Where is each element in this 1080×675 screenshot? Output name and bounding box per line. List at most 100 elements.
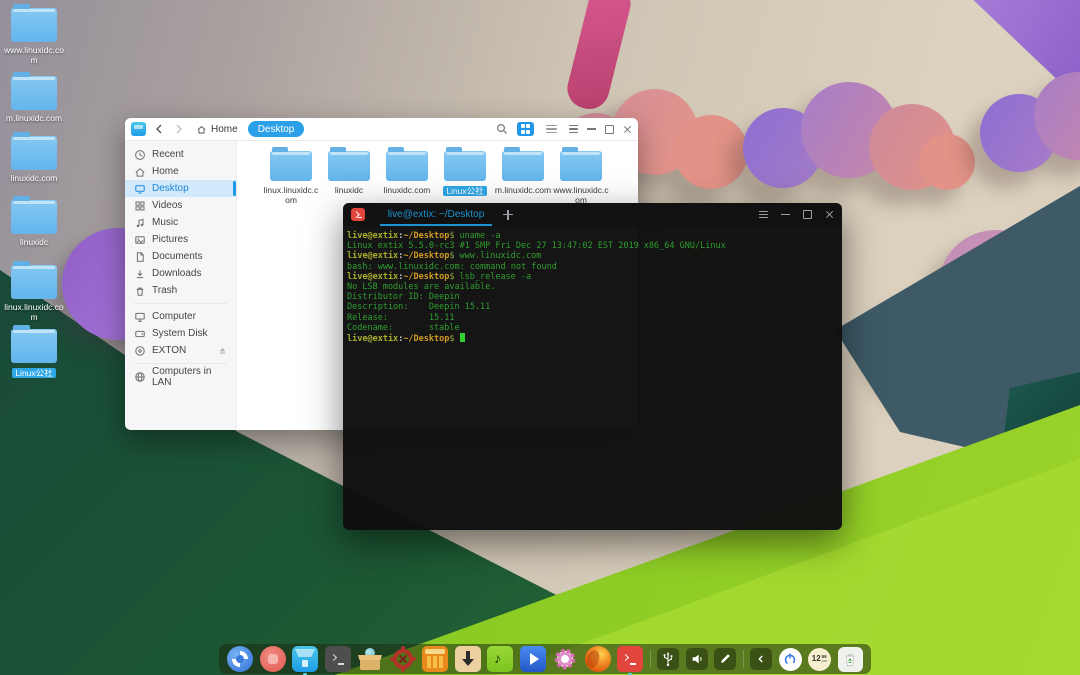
sidebar-separator [134,363,227,364]
volume-tray-icon[interactable] [686,648,708,670]
pen-input-tray-icon[interactable] [714,648,736,670]
home-icon [196,124,207,135]
back-button[interactable] [152,122,166,136]
sidebar-item-home[interactable]: Home [125,163,236,180]
close-icon[interactable] [825,210,834,219]
sidebar-item-computer[interactable]: Computer [125,308,236,325]
desktop-folder-linuxidc.com[interactable]: linuxidc.com [8,136,60,183]
gear-settings-icon[interactable] [552,646,578,672]
close-icon[interactable] [623,125,632,134]
breadcrumb-home-label: Home [211,124,238,135]
folder-item-www.linuxidc.com[interactable]: www.linuxidc.com [552,151,610,205]
sidebar-item-exton[interactable]: EXTON [125,342,236,359]
dark-terminal-icon[interactable] [325,646,351,672]
sidebar-item-system-disk[interactable]: System Disk [125,325,236,342]
sidebar-item-downloads[interactable]: Downloads [125,265,236,282]
sidebar-item-videos[interactable]: Videos [125,197,236,214]
desktop-folder-linux-gongshe[interactable]: Linux公社 [8,329,60,381]
menu-icon[interactable] [569,125,578,133]
minimize-icon[interactable] [781,214,790,215]
movie-player-icon[interactable] [520,646,546,672]
sidebar-item-desktop[interactable]: Desktop [125,180,236,197]
wallpaper-cloud [743,82,968,212]
folder-label: linuxidc.com [378,185,436,195]
folder-item-linuxidc[interactable]: linuxidc [320,151,378,205]
clock-period: pm [822,659,828,663]
folder-label: m.linuxidc.com [494,185,552,195]
folder-icon [270,151,312,181]
video-grid-icon [134,200,146,212]
terminal-tab[interactable]: live@extix: ~/Desktop [380,203,492,226]
terminal-line: Distributor ID: Deepin [347,292,838,302]
firefox-icon[interactable] [585,646,611,672]
collapse-chevron-icon[interactable] [750,648,772,670]
grid-view-button[interactable] [517,122,534,136]
list-view-button[interactable] [543,122,560,136]
desktop-folder-label: Linux公社 [12,368,55,378]
minimize-icon[interactable] [587,128,596,129]
search-icon[interactable] [496,123,508,135]
folder-item-linuxidc.com[interactable]: linuxidc.com [378,151,436,205]
terminal-output: live@extix:~/Desktop$uname -a Linux exti… [343,226,842,349]
terminal-titlebar: live@extix: ~/Desktop [343,203,842,226]
folder-icon [502,151,544,181]
wallpaper-cloud [980,72,1080,190]
beer-mug-app-icon[interactable] [422,646,448,672]
sidebar-item-pictures[interactable]: Pictures [125,231,236,248]
music-player-icon[interactable] [487,646,513,672]
file-manager-titlebar: Home Desktop [125,118,638,141]
sidebar-label: Home [152,166,179,177]
trash-icon[interactable] [838,647,863,672]
sidebar-label: Computer [152,311,196,322]
folder-icon [444,151,486,181]
repair-tool-icon[interactable] [390,646,416,672]
terminal-line: live@extix:~/Desktop$uname -a [347,231,838,241]
desktop-folder-www.linuxidc.com[interactable]: www.linuxidc.com [8,8,60,65]
breadcrumb-desktop[interactable]: Desktop [248,121,305,137]
deepin-terminal-icon[interactable] [617,646,643,672]
sidebar-item-music[interactable]: Music [125,214,236,231]
downloader-icon[interactable] [455,646,481,672]
network-globe-icon [134,371,146,383]
terminal-cursor [460,333,465,342]
home-icon [134,166,146,178]
forward-button[interactable] [172,122,186,136]
sidebar-item-recent[interactable]: Recent [125,146,236,163]
desktop-folder-label: www.linuxidc.com [2,45,66,65]
terminal-line: bash: www.linuxidc.com: command not foun… [347,262,838,272]
maximize-icon[interactable] [605,125,614,134]
desktop-folder-linuxidc[interactable]: linuxidc [8,200,60,247]
sidebar-label: Documents [152,251,203,262]
trash-bin-icon [134,285,146,297]
folder-item-linux.linuxidc.com[interactable]: linux.linuxidc.com [262,151,320,205]
document-icon [134,251,146,263]
sidebar-label: Downloads [152,268,201,279]
package-installer-icon[interactable] [357,646,383,672]
clock-tray-widget[interactable]: 12 59 pm [808,648,831,671]
folder-item-m.linuxidc.com[interactable]: m.linuxidc.com [494,151,552,205]
maximize-icon[interactable] [803,210,812,219]
launcher-icon[interactable] [227,646,253,672]
sidebar-label: Music [152,217,178,228]
usb-device-tray-icon[interactable] [657,648,679,670]
sidebar-item-trash[interactable]: Trash [125,282,236,299]
sidebar-item-documents[interactable]: Documents [125,248,236,265]
file-manager-icon[interactable] [292,646,318,672]
eject-icon[interactable] [218,346,227,355]
desktop-folder-m.linuxidc.com[interactable]: m.linuxidc.com [8,76,60,123]
folder-label: www.linuxidc.com [552,185,610,205]
breadcrumb-home[interactable]: Home [192,124,242,135]
new-tab-icon[interactable] [502,209,514,221]
screen-recorder-icon[interactable] [260,646,286,672]
power-button[interactable] [779,648,802,671]
desktop-monitor-icon [134,183,146,195]
sidebar-item-computers-in-lan[interactable]: Computers in LAN [125,368,236,385]
folder-item-linux-gongshe[interactable]: Linux公社 [436,151,494,205]
menu-icon[interactable] [759,211,768,219]
terminal-line: Description: Deepin 15.11 [347,302,838,312]
terminal-line: Release: 15.11 [347,313,838,323]
desktop-folder-linux.linuxidc.com[interactable]: linux.linuxidc.com [8,265,60,322]
folder-icon [11,265,57,299]
folder-label: linuxidc [320,185,378,195]
desktop-folder-label: linuxidc.com [2,173,66,183]
